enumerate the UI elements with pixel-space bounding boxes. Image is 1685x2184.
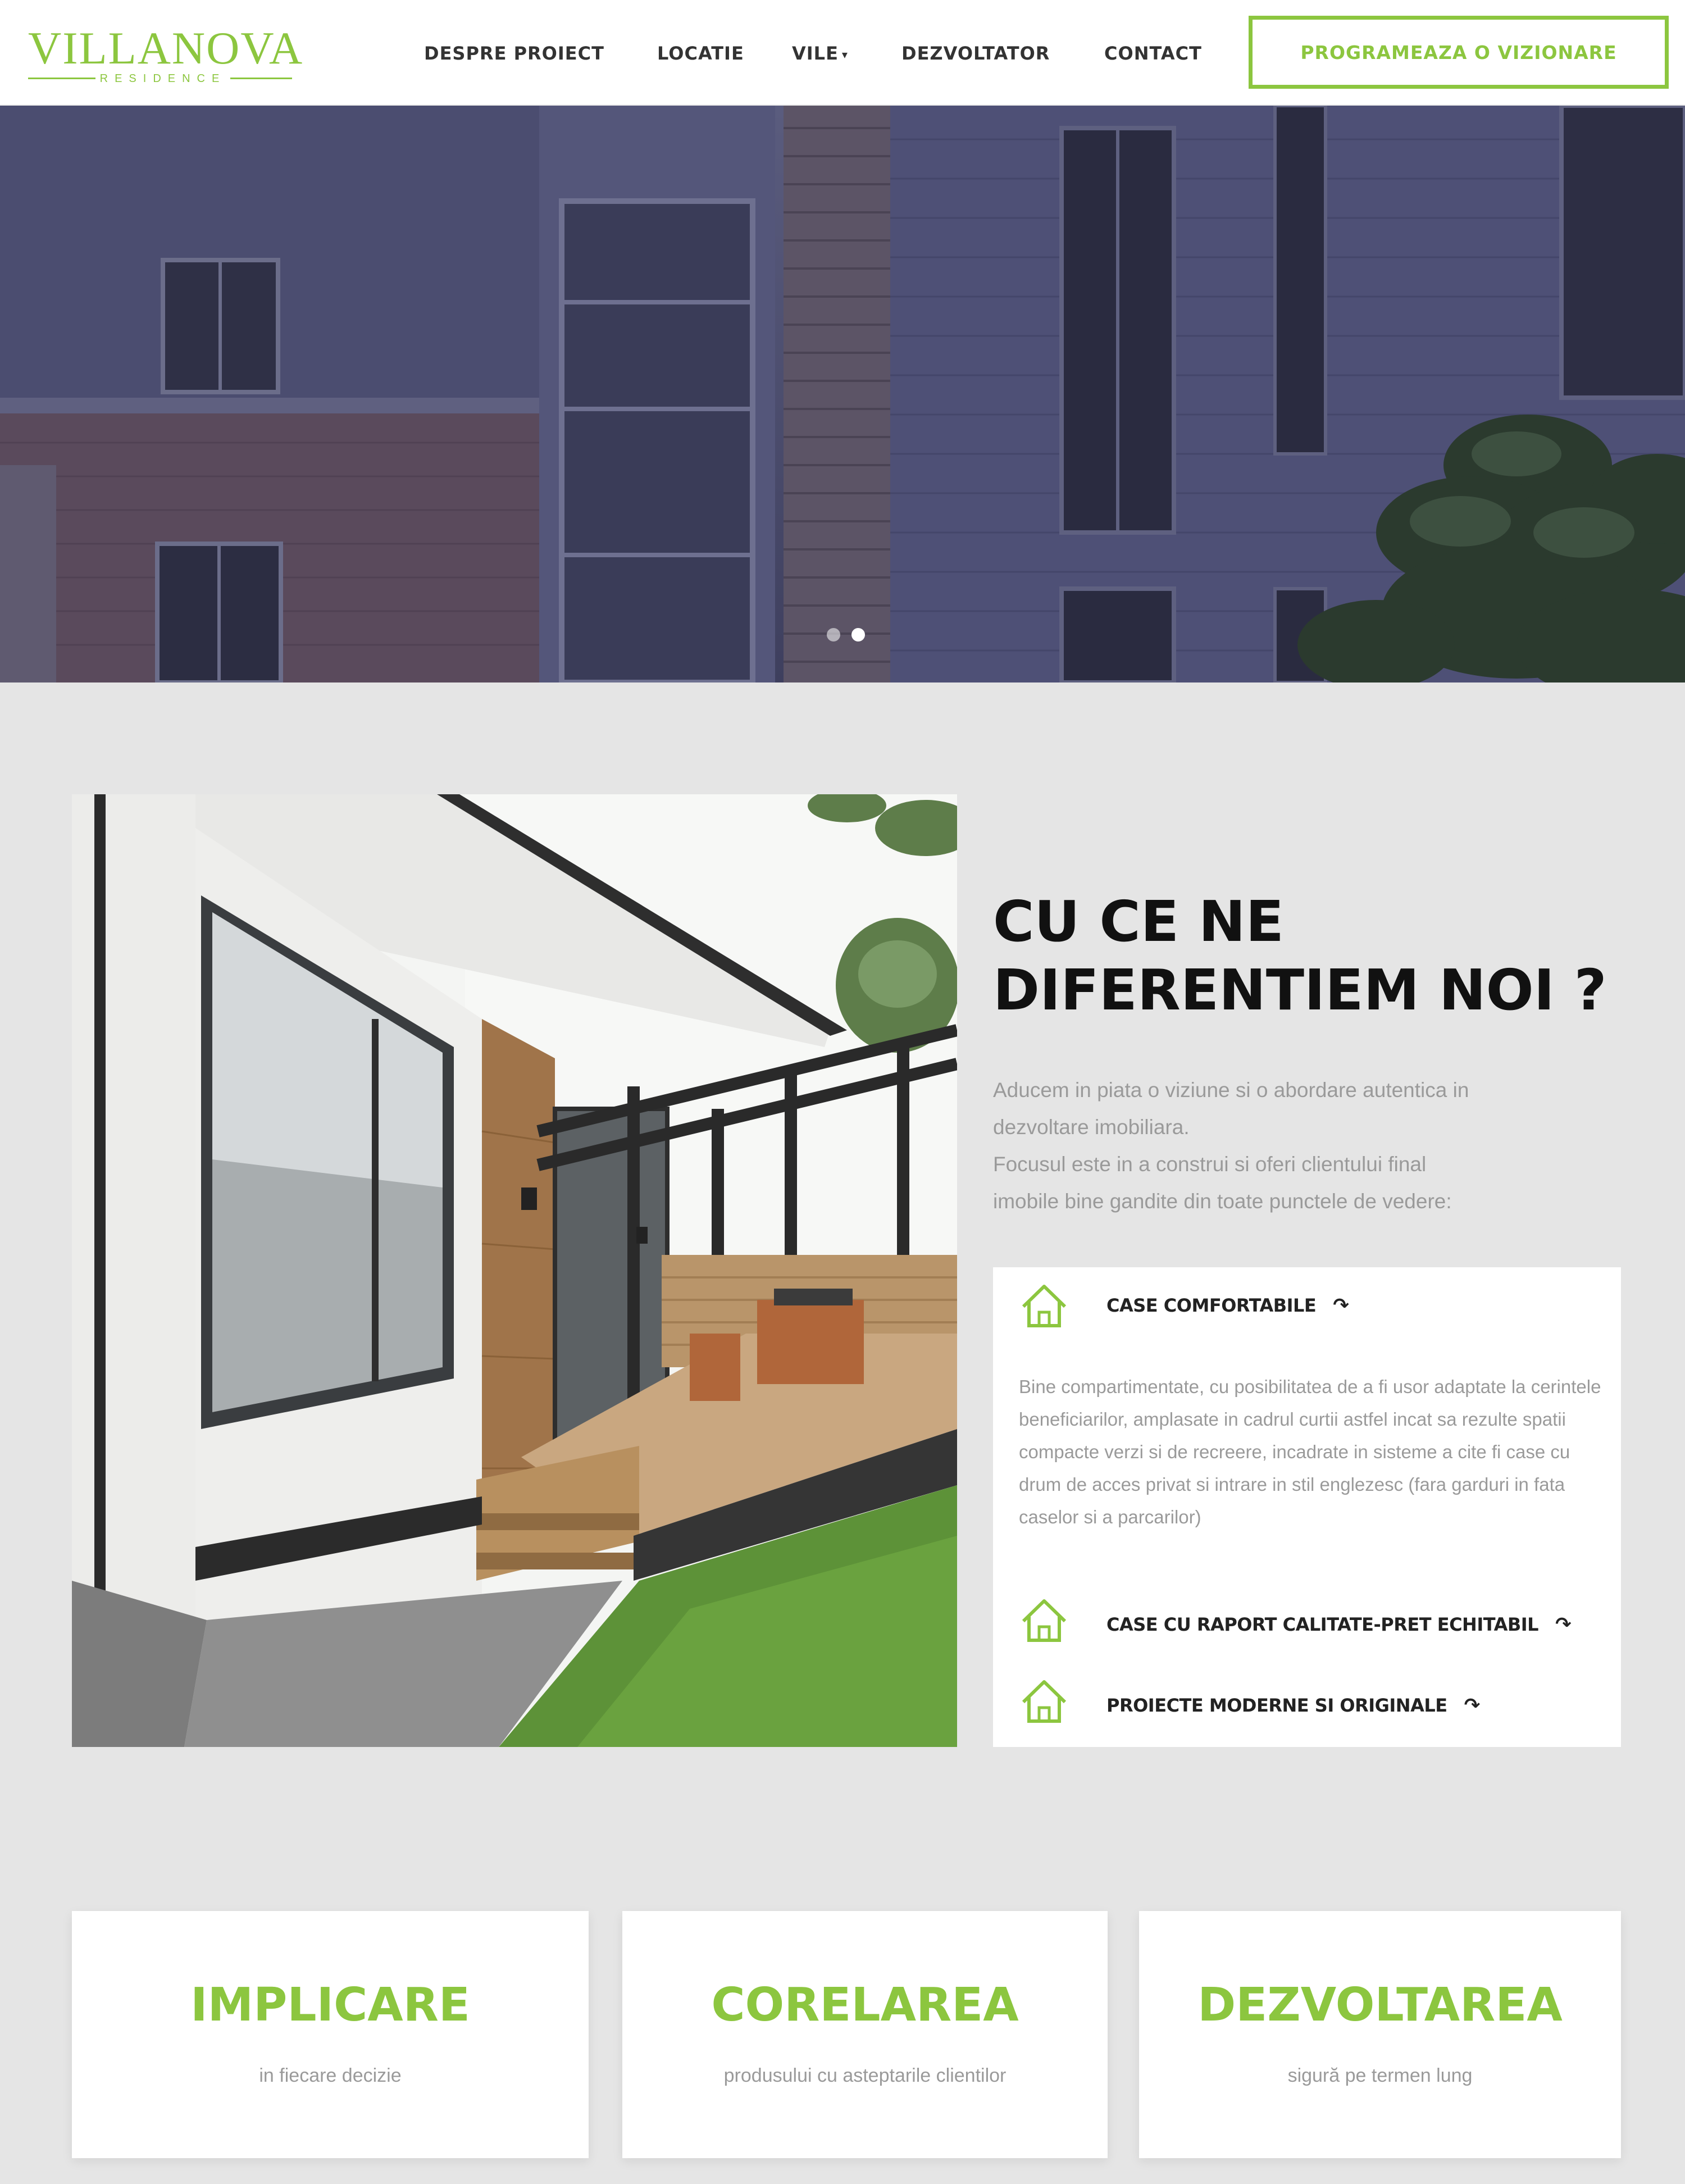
value-card-title: IMPLICARE (190, 1978, 470, 2032)
nav-item-locatie[interactable]: LOCATIE (657, 39, 744, 67)
slider-dot-1[interactable] (827, 628, 840, 641)
house-outline-icon (1022, 1285, 1067, 1327)
intro-paragraph-1: Aducem in piata o viziune si o abordare … (993, 1079, 1469, 1139)
accordion-item-modern-projects[interactable]: PROIECTE MODERNE SI ORIGINALE ↷ (993, 1663, 1621, 1736)
schedule-viewing-button[interactable]: PROGRAMEAZA O VIZIONARE (1249, 16, 1669, 89)
value-card-title: DEZVOLTAREA (1197, 1978, 1563, 2032)
accordion-item-price-quality[interactable]: CASE CU RAPORT CALITATE-PRET ECHITABIL ↷ (993, 1582, 1621, 1655)
value-card-implicare: IMPLICARE in fiecare decizie (72, 1911, 589, 2158)
value-card-subtitle: sigură pe termen lung (1287, 2065, 1473, 2086)
value-card-dezvoltarea: DEZVOLTAREA sigură pe termen lung (1139, 1911, 1621, 2158)
redo-arrow-icon: ↷ (1464, 1694, 1481, 1717)
value-card-subtitle: in fiecare decizie (259, 2065, 402, 2086)
site-header: VILLANOVA RESIDENCE DESPRE PROIECT LOCAT… (0, 0, 1685, 106)
redo-arrow-icon: ↷ (1555, 1613, 1572, 1636)
accordion-title: CASE CU RAPORT CALITATE-PRET ECHITABIL ↷ (1106, 1613, 1572, 1636)
features-accordion: CASE COMFORTABILE ↷ Bine compartimentate,… (993, 1267, 1621, 1747)
slider-dot-2[interactable] (851, 628, 865, 641)
accordion-item-comfortable[interactable]: CASE COMFORTABILE ↷ (993, 1267, 1621, 1340)
value-card-subtitle: produsului cu asteptarile clientilor (723, 2065, 1007, 2086)
redo-arrow-icon: ↷ (1333, 1294, 1349, 1317)
intro-text: Aducem in piata o viziune si o abordare … (993, 1072, 1639, 1220)
nav-item-dezvoltator[interactable]: DEZVOLTATOR (901, 39, 1050, 67)
nav-item-vile-label: VILE (792, 43, 839, 64)
hero-slider (0, 106, 1685, 683)
house-outline-icon (1022, 1599, 1067, 1642)
intro-paragraph-2: Focusul este in a construi si oferi clie… (993, 1153, 1452, 1213)
value-card-corelarea: CORELAREA produsului cu asteptarile clie… (622, 1911, 1108, 2158)
accordion-title: CASE COMFORTABILE ↷ (1106, 1294, 1349, 1317)
slider-pagination (827, 628, 865, 645)
chevron-down-icon: ▾ (841, 48, 848, 61)
villanova-logo[interactable]: VILLANOVA RESIDENCE (28, 20, 302, 88)
nav-item-vile[interactable]: VILE ▾ (792, 39, 848, 67)
heading-line-2: DIFERENTIEM NOI ? (993, 957, 1607, 1023)
hero-building-image (0, 106, 1685, 683)
logo-wordmark: VILLANOVA (28, 22, 304, 74)
differentiation-heading: CU CE NE DIFERENTIEM NOI ? (993, 888, 1639, 1025)
nav-item-despre-proiect[interactable]: DESPRE PROIECT (424, 39, 604, 67)
logo-subtext: RESIDENCE (28, 72, 298, 85)
house-outline-icon (1022, 1680, 1067, 1723)
accordion-title: PROIECTE MODERNE SI ORIGINALE ↷ (1106, 1694, 1480, 1717)
nav-item-contact[interactable]: CONTACT (1104, 39, 1202, 67)
house-terrace-photo (72, 794, 957, 1747)
accordion-body-comfortable: Bine compartimentate, cu posibilitatea d… (1019, 1376, 1601, 1527)
value-card-title: CORELAREA (711, 1978, 1019, 2032)
heading-line-1: CU CE NE (993, 889, 1284, 954)
